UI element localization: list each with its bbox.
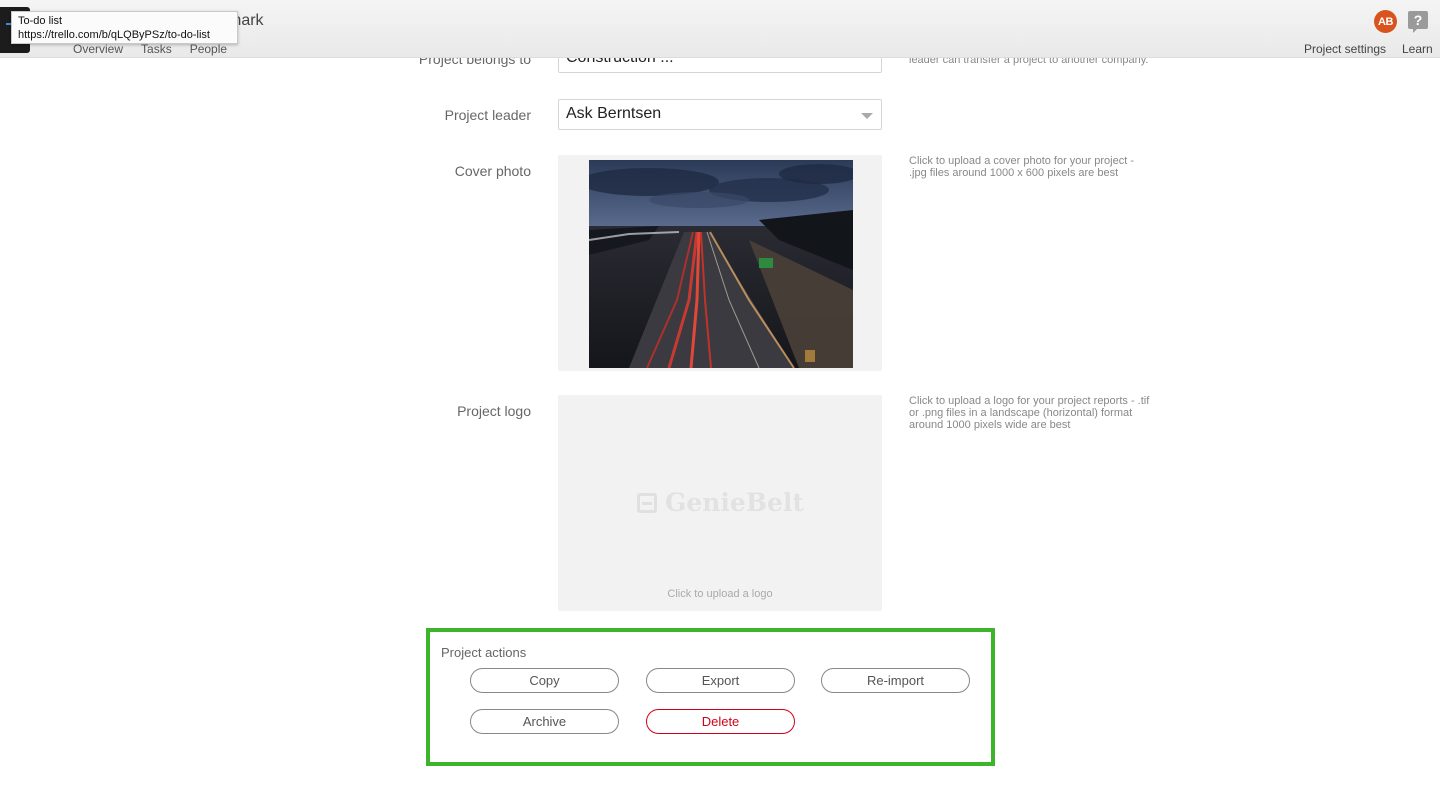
cover-photo-label: Cover photo — [454, 163, 531, 179]
svg-text:?: ? — [1414, 12, 1423, 28]
tab-people[interactable]: People — [190, 42, 227, 56]
project-nav-tabs: Overview Tasks People — [73, 42, 245, 56]
logo-upload-caption: Click to upload a logo — [667, 588, 773, 600]
project-leader-label: Project leader — [444, 107, 531, 123]
cover-photo-hint: Click to upload a cover photo for your p… — [909, 155, 1135, 179]
project-settings-link[interactable]: Project settings — [1304, 42, 1386, 56]
tooltip-title: To-do list — [18, 15, 63, 27]
delete-button[interactable]: Delete — [646, 709, 795, 734]
link-tooltip: To-do list https://trello.com/b/qLQByPSz… — [11, 11, 238, 44]
geniebelt-logo-icon — [637, 492, 657, 513]
project-logo-upload[interactable]: GenieBelt Click to upload a logo — [558, 395, 882, 611]
chevron-down-icon — [861, 113, 873, 119]
cover-photo-upload[interactable] — [558, 155, 882, 371]
tab-tasks[interactable]: Tasks — [141, 42, 172, 56]
tooltip-url: https://trello.com/b/qLQByPSz/to-do-list — [18, 29, 210, 41]
project-leader-value: Ask Berntsen — [566, 105, 662, 122]
project-logo-hint: Click to upload a logo for your project … — [909, 395, 1150, 431]
avatar[interactable]: AB — [1374, 10, 1397, 33]
export-button[interactable]: Export — [646, 668, 795, 693]
project-leader-select[interactable]: Ask Berntsen — [558, 99, 882, 130]
reimport-button[interactable]: Re-import — [821, 668, 970, 693]
project-actions-title: Project actions — [441, 645, 527, 660]
help-icon[interactable]: ? — [1407, 10, 1429, 34]
cover-photo-image — [589, 160, 853, 368]
archive-button[interactable]: Archive — [470, 709, 619, 734]
logo-placeholder-text: GenieBelt — [665, 488, 804, 517]
project-logo-label: Project logo — [457, 403, 531, 419]
project-actions-section: Project actions Copy Export Re-import Ar… — [426, 628, 995, 766]
logo-placeholder: GenieBelt — [637, 488, 804, 517]
copy-button[interactable]: Copy — [470, 668, 619, 693]
learn-link[interactable]: Learn — [1402, 42, 1433, 56]
tab-overview[interactable]: Overview — [73, 42, 123, 56]
